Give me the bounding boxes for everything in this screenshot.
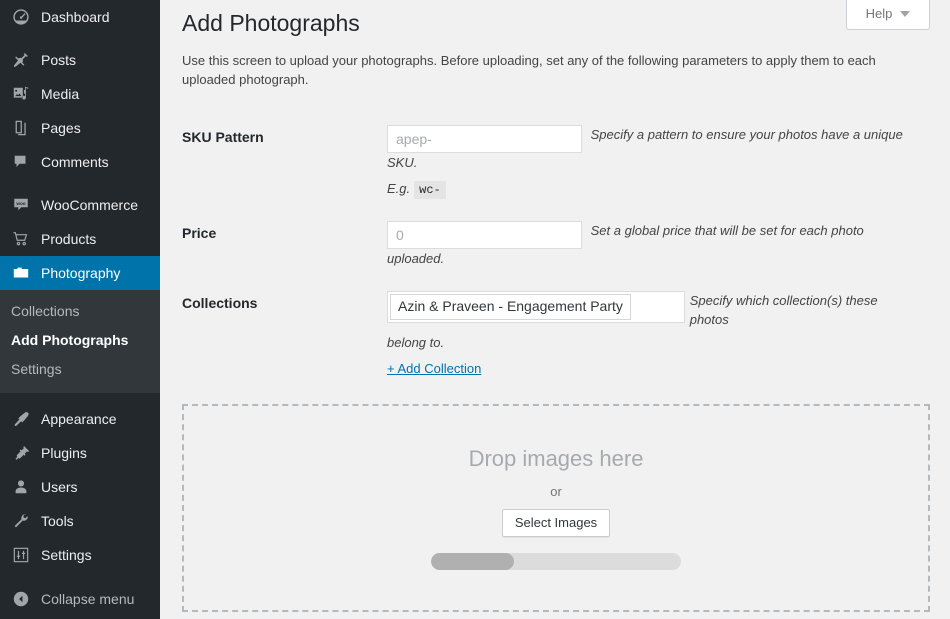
sidebar-item-label: Dashboard — [41, 10, 110, 24]
collections-description-line1: Specify which collection(s) these photos — [690, 291, 920, 330]
svg-text:woo: woo — [15, 201, 25, 206]
price-label: Price — [182, 210, 387, 280]
media-icon — [11, 84, 31, 104]
settings-icon — [11, 545, 31, 565]
sku-pattern-input[interactable] — [387, 125, 582, 153]
sidebar-item-products[interactable]: Products — [0, 222, 160, 256]
sku-example-code: wc- — [414, 181, 446, 199]
pin-icon — [11, 50, 31, 70]
sidebar-item-label: Pages — [41, 121, 81, 135]
screen-meta-links: Help — [846, 0, 930, 30]
settings-form-table: SKU Pattern Specify a pattern to ensure … — [182, 114, 930, 390]
price-input[interactable] — [387, 221, 582, 249]
sidebar-item-label: Users — [41, 480, 78, 494]
form-row-collections: Collections Azin & Praveen - Engagement … — [182, 280, 930, 390]
help-tab-button[interactable]: Help — [846, 0, 930, 30]
collections-option-selected[interactable]: Azin & Praveen - Engagement Party — [390, 294, 631, 320]
sidebar-item-settings[interactable]: Settings — [0, 538, 160, 572]
dashboard-icon — [11, 7, 31, 27]
sidebar-item-woocommerce[interactable]: woo WooCommerce — [0, 188, 160, 222]
photography-submenu: Collections Add Photographs Settings — [0, 290, 160, 393]
sidebar-item-tools[interactable]: Tools — [0, 504, 160, 538]
sku-cell: Specify a pattern to ensure your photos … — [387, 114, 930, 211]
sidebar-item-plugins[interactable]: Plugins — [0, 436, 160, 470]
pages-icon — [11, 118, 31, 138]
sidebar-item-label: Tools — [41, 514, 74, 528]
wp-admin-screen: Dashboard Posts Media Pages Comments — [0, 0, 950, 619]
drop-or-text: or — [550, 484, 562, 499]
camera-icon — [11, 263, 31, 283]
submenu-item-add-photographs[interactable]: Add Photographs — [0, 326, 160, 355]
content-area: Help Add Photographs Use this screen to … — [160, 0, 950, 619]
sku-label: SKU Pattern — [182, 114, 387, 211]
collapse-arrow-icon — [11, 589, 31, 609]
sidebar-item-label: Media — [41, 87, 79, 101]
woocommerce-icon: woo — [11, 195, 31, 215]
collections-select[interactable]: Azin & Praveen - Engagement Party — [387, 291, 685, 323]
sidebar-item-photography[interactable]: Photography — [0, 256, 160, 290]
sidebar-item-label: Settings — [41, 548, 92, 562]
sidebar-item-comments[interactable]: Comments — [0, 145, 160, 179]
chevron-down-icon — [900, 11, 910, 17]
sidebar-item-label: Photography — [41, 266, 120, 280]
collections-cell: Azin & Praveen - Engagement Party Specif… — [387, 280, 930, 390]
collections-description-line2: belong to. — [387, 333, 920, 353]
sidebar-item-users[interactable]: Users — [0, 470, 160, 504]
upload-dropzone[interactable]: Drop images here or Select Images — [182, 404, 930, 612]
select-images-button[interactable]: Select Images — [502, 509, 610, 537]
comments-icon — [11, 152, 31, 172]
appearance-icon — [11, 409, 31, 429]
sidebar-item-label: Posts — [41, 53, 76, 67]
collapse-menu-button[interactable]: Collapse menu — [0, 582, 160, 616]
tools-icon — [11, 511, 31, 531]
submenu-item-collections[interactable]: Collections — [0, 297, 160, 326]
collapse-menu-label: Collapse menu — [41, 592, 134, 606]
upload-progress-fill — [431, 553, 514, 570]
sidebar-item-appearance[interactable]: Appearance — [0, 402, 160, 436]
sidebar-item-label: Products — [41, 232, 96, 246]
plugins-icon — [11, 443, 31, 463]
sidebar-item-pages[interactable]: Pages — [0, 111, 160, 145]
submenu-item-settings[interactable]: Settings — [0, 355, 160, 384]
sidebar-item-posts[interactable]: Posts — [0, 43, 160, 77]
sidebar-item-label: Appearance — [41, 412, 117, 426]
sidebar-item-label: Comments — [41, 155, 109, 169]
form-row-price: Price Set a global price that will be se… — [182, 210, 930, 280]
page-description: Use this screen to upload your photograp… — [182, 51, 927, 90]
sku-example-label: E.g. — [387, 181, 410, 196]
price-cell: Set a global price that will be set for … — [387, 210, 930, 280]
active-menu-arrow-icon — [160, 265, 168, 281]
sidebar-item-media[interactable]: Media — [0, 77, 160, 111]
admin-sidebar: Dashboard Posts Media Pages Comments — [0, 0, 160, 619]
collections-label: Collections — [182, 280, 387, 390]
cart-icon — [11, 229, 31, 249]
sku-example-line: E.g. wc- — [387, 179, 920, 199]
page-title: Add Photographs — [182, 0, 930, 51]
sidebar-item-label: WooCommerce — [41, 198, 138, 212]
help-tab-label: Help — [866, 4, 893, 24]
sidebar-item-dashboard[interactable]: Dashboard — [0, 0, 160, 34]
sidebar-item-label: Plugins — [41, 446, 87, 460]
form-row-sku: SKU Pattern Specify a pattern to ensure … — [182, 114, 930, 211]
upload-progress-bar — [431, 553, 681, 570]
users-icon — [11, 477, 31, 497]
drop-images-text: Drop images here — [469, 446, 644, 472]
add-collection-link[interactable]: + Add Collection — [387, 359, 481, 379]
